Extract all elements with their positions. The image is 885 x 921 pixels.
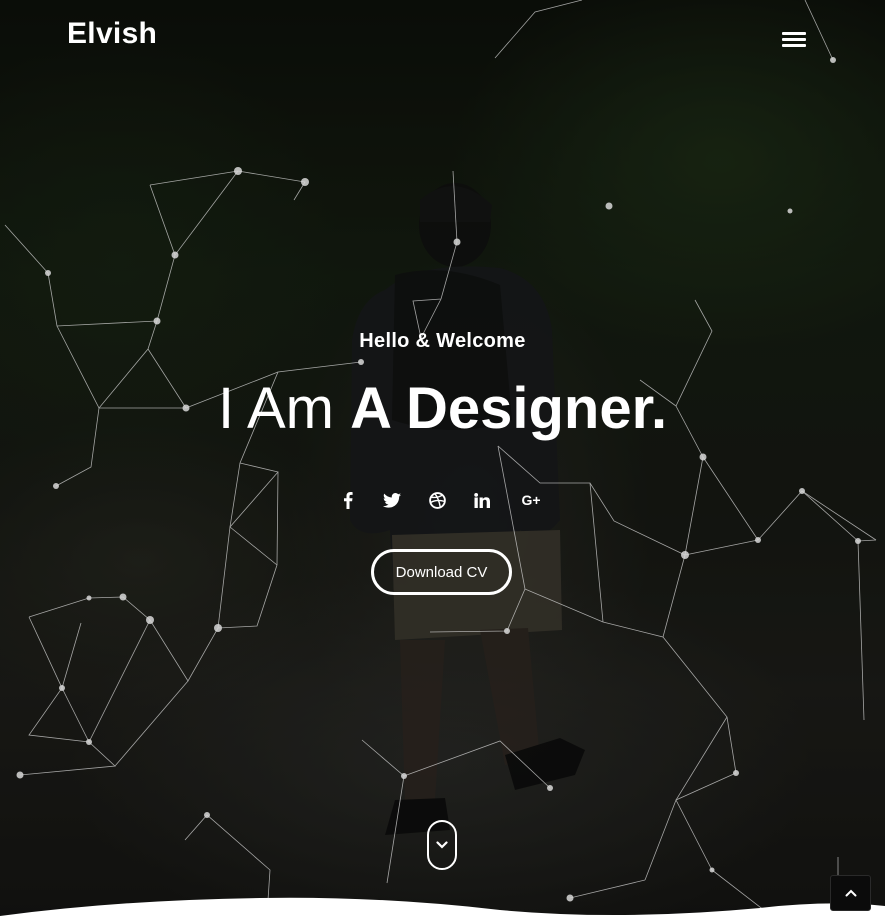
chevron-down-icon	[436, 841, 448, 849]
particle-network	[4, 0, 877, 915]
hero-section: Elvish Hello & Welcome I Am A Designer. …	[0, 0, 885, 921]
linkedin-icon[interactable]	[470, 488, 494, 512]
hamburger-menu-icon[interactable]	[782, 32, 806, 50]
hero-content: Hello & Welcome I Am A Designer.	[0, 330, 885, 441]
facebook-icon[interactable]	[336, 488, 360, 512]
google-plus-icon[interactable]: G+	[516, 488, 546, 512]
headline-prefix: I Am	[217, 376, 334, 441]
scroll-down-button[interactable]	[427, 820, 457, 870]
twitter-icon[interactable]	[380, 488, 404, 512]
hero-greeting: Hello & Welcome	[359, 330, 526, 352]
download-cv-button[interactable]: Download CV	[371, 549, 512, 595]
section-divider-wave	[0, 897, 885, 921]
hero-headline: I Am A Designer.	[0, 377, 885, 441]
headline-emphasis: A Designer.	[350, 376, 668, 441]
back-to-top-button[interactable]	[830, 875, 871, 911]
social-links: G+	[330, 488, 550, 512]
brand-logo[interactable]: Elvish	[67, 17, 157, 51]
dribbble-icon[interactable]	[425, 488, 449, 512]
chevron-up-icon	[845, 889, 856, 897]
